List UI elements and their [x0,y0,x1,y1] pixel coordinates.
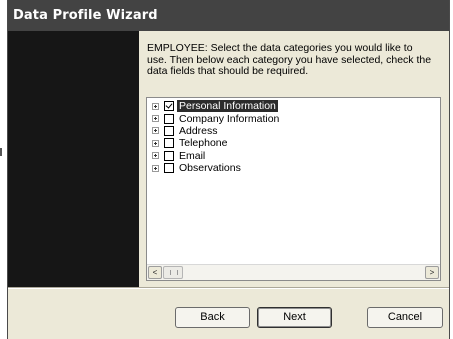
category-list: Personal Information Company Information… [152,100,281,174]
category-tree[interactable]: Personal Information Company Information… [146,97,441,281]
edge-mark [0,148,2,156]
chevron-right-icon: > [429,268,435,277]
tree-item-personal-information[interactable]: Personal Information [152,100,281,113]
wizard-side-panel [8,31,139,287]
scroll-left-button[interactable]: < [148,266,162,279]
instruction-text: EMPLOYEE: Select the data categories you… [147,42,432,77]
category-label[interactable]: Email [177,150,207,162]
category-checkbox-personal-information[interactable] [164,101,174,112]
window-title: Data Profile Wizard [13,8,158,23]
category-checkbox-observations[interactable] [164,163,174,174]
scroll-right-button[interactable]: > [425,266,439,279]
wizard-content: EMPLOYEE: Select the data categories you… [139,31,449,287]
tree-item-company-information[interactable]: Company Information [152,112,281,125]
wizard-footer: Back Next Cancel [8,289,449,339]
category-label[interactable]: Telephone [177,137,229,149]
cancel-button[interactable]: Cancel [367,307,443,328]
tree-item-observations[interactable]: Observations [152,162,281,174]
expand-icon[interactable] [152,115,159,123]
wizard-window: Data Profile Wizard EMPLOYEE: Select the… [7,0,450,339]
category-label[interactable]: Observations [177,162,243,174]
category-checkbox-email[interactable] [164,150,174,161]
expand-icon[interactable] [152,152,159,160]
category-label[interactable]: Address [177,125,220,137]
title-bar: Data Profile Wizard [8,0,449,31]
next-button[interactable]: Next [257,307,332,328]
tree-item-telephone[interactable]: Telephone [152,137,281,149]
scroll-thumb[interactable] [163,266,183,279]
horizontal-scrollbar[interactable]: < > [147,264,440,280]
expand-icon[interactable] [152,127,159,135]
category-checkbox-address[interactable] [164,125,174,136]
category-checkbox-telephone[interactable] [164,138,174,149]
expand-icon[interactable] [152,102,159,110]
back-button[interactable]: Back [175,307,250,328]
tree-item-address[interactable]: Address [152,125,281,137]
category-label[interactable]: Company Information [177,113,281,125]
category-checkbox-company-information[interactable] [164,113,174,124]
expand-icon[interactable] [152,139,159,147]
chevron-left-icon: < [152,268,158,277]
tree-item-email[interactable]: Email [152,150,281,162]
expand-icon[interactable] [152,164,159,172]
category-label[interactable]: Personal Information [177,100,278,113]
